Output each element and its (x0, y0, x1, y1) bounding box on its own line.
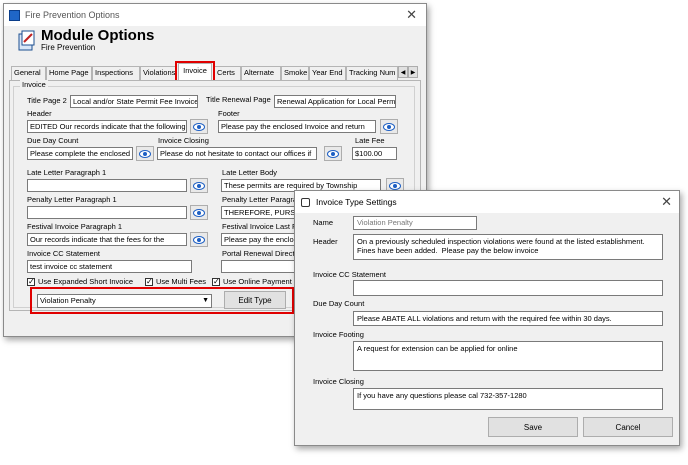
dialog-header-label: Header (313, 237, 338, 246)
invoice-closing-preview-eye-icon[interactable] (324, 146, 342, 161)
tab-violations[interactable]: Violations (140, 66, 177, 80)
use-online-payment-label: Use Online Payment (223, 277, 292, 286)
type-select-highlight (30, 287, 294, 314)
penalty-letter-paragraph-1-input[interactable] (27, 206, 187, 219)
header-label: Header (27, 109, 52, 118)
dialog-invoice-footing-label: Invoice Footing (313, 330, 364, 339)
footer-input[interactable]: Please pay the enclosed Invoice and retu… (218, 120, 376, 133)
app-icon (9, 9, 20, 21)
use-expanded-short-invoice-checkbox[interactable]: ✓ (27, 278, 35, 286)
title-page-2-input[interactable]: Local and/or State Permit Fee Invoice (70, 95, 198, 108)
header-preview-eye-icon[interactable] (190, 119, 208, 134)
dialog-title-bar: Invoice Type Settings ✕ (295, 191, 679, 213)
dialog-due-day-label: Due Day Count (313, 299, 365, 308)
festival-invoice-last-input[interactable]: Please pay the enclo (221, 233, 296, 246)
use-multi-fees-label: Use Multi Fees (156, 277, 207, 286)
invoice-cc-statement-label: Invoice CC Statement (27, 249, 100, 258)
module-subheading: Fire Prevention (41, 43, 96, 52)
late-letter-paragraph-1-input[interactable] (27, 179, 187, 192)
tab-scroll-right-icon[interactable]: ▶ (408, 66, 418, 78)
tab-tracking-num[interactable]: Tracking Num (346, 66, 398, 80)
footer-label: Footer (218, 109, 240, 118)
late-letter-body-label: Late Letter Body (222, 168, 278, 177)
tab-general[interactable]: General (11, 66, 46, 80)
title-renewal-page-input[interactable]: Renewal Application for Local Permit (274, 95, 396, 108)
late-fee-input[interactable]: $100.00 (352, 147, 397, 160)
dialog-due-day-input[interactable]: Please ABATE ALL violations and return w… (353, 311, 663, 326)
dialog-app-icon (301, 197, 310, 207)
late-letter-paragraph-1-label: Late Letter Paragraph 1 (27, 168, 107, 177)
dialog-invoice-footing-input[interactable]: A request for extension can be applied f… (353, 341, 663, 371)
use-expanded-short-invoice-label: Use Expanded Short Invoice (38, 277, 134, 286)
module-icon (17, 30, 37, 52)
tab-smoke[interactable]: Smoke (281, 66, 309, 80)
title-renewal-page-label: Title Renewal Page (206, 95, 271, 104)
invoice-cc-statement-input[interactable]: test invoice cc statement (27, 260, 192, 273)
tab-home-page[interactable]: Home Page (46, 66, 92, 80)
penalty-letter-paragraph-1-label: Penalty Letter Paragraph 1 (27, 195, 117, 204)
tab-scroll-left-icon[interactable]: ◀ (398, 66, 408, 78)
dialog-cc-statement-input[interactable] (353, 280, 663, 296)
festival-invoice-paragraph-1-input[interactable]: Our records indicate that the fees for t… (27, 233, 187, 246)
due-day-preview-eye-icon[interactable] (136, 146, 154, 161)
late-letter-p1-preview-eye-icon[interactable] (190, 178, 208, 193)
dialog-name-label: Name (313, 218, 334, 227)
portal-renewal-input[interactable] (221, 260, 296, 273)
invoice-tab-highlight (175, 61, 215, 82)
footer-preview-eye-icon[interactable] (380, 119, 398, 134)
tab-alternate[interactable]: Alternate (241, 66, 281, 80)
title-page-2-label: Title Page 2 (27, 96, 67, 105)
dialog-cancel-button[interactable]: Cancel (583, 417, 673, 437)
tab-year-end[interactable]: Year End (309, 66, 346, 80)
portal-renewal-label: Portal Renewal Direct (222, 249, 295, 258)
due-day-count-label: Due Day Count (27, 136, 79, 145)
due-day-count-input[interactable]: Please complete the enclosed a (27, 147, 133, 160)
dialog-save-button[interactable]: Save (488, 417, 578, 437)
tab-certs[interactable]: Certs (214, 66, 241, 80)
festival-invoice-paragraph-1-label: Festival Invoice Paragraph 1 (27, 222, 123, 231)
invoice-closing-input[interactable]: Please do not hesitate to contact our of… (157, 147, 317, 160)
tab-inspections[interactable]: Inspections (92, 66, 140, 80)
use-multi-fees-checkbox[interactable]: ✓ (145, 278, 153, 286)
dialog-title: Invoice Type Settings (316, 197, 397, 207)
dialog-header-input[interactable]: On a previously scheduled inspection vio… (353, 234, 663, 260)
module-options-heading: Module Options (41, 27, 155, 44)
penalty-p1-preview-eye-icon[interactable] (190, 205, 208, 220)
invoice-closing-label: Invoice Closing (158, 136, 209, 145)
festival-invoice-last-label: Festival Invoice Last F (222, 222, 297, 231)
dialog-cc-statement-label: Invoice CC Statement (313, 270, 386, 279)
dialog-close-icon[interactable]: ✕ (661, 195, 672, 208)
dialog-name-input[interactable]: Violation Penalty (353, 216, 477, 230)
invoice-group-label: Invoice (20, 80, 48, 90)
penalty-letter-paragraph-2-label: Penalty Letter Paragra (222, 195, 298, 204)
late-fee-label: Late Fee (355, 136, 385, 145)
use-online-payment-checkbox[interactable]: ✓ (212, 278, 220, 286)
header-input[interactable]: EDITED Our records indicate that the fol… (27, 120, 187, 133)
window-title: Fire Prevention Options (25, 10, 120, 20)
title-bar: Fire Prevention Options ✕ (4, 4, 426, 26)
close-icon[interactable]: ✕ (406, 8, 417, 21)
penalty-letter-paragraph-2-input[interactable]: THEREFORE, PURSU (221, 206, 296, 219)
dialog-invoice-closing-label: Invoice Closing (313, 377, 364, 386)
dialog-invoice-closing-input[interactable]: If you have any questions please cal 732… (353, 388, 663, 410)
festival-p1-preview-eye-icon[interactable] (190, 232, 208, 247)
